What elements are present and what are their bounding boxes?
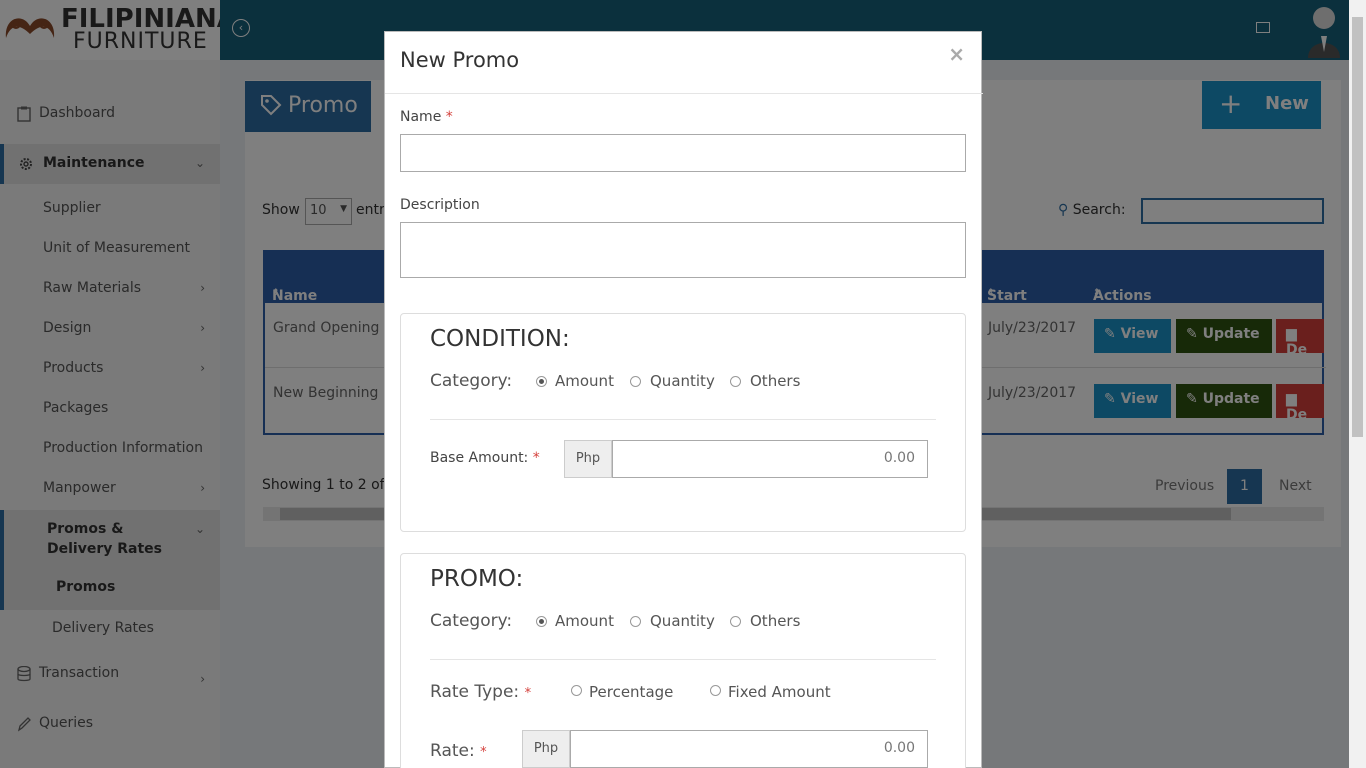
condition-category-label: Category: — [430, 371, 513, 391]
name-input[interactable] — [400, 134, 966, 172]
rate-type-label-text: Rate Type: — [430, 682, 520, 702]
name-label-text: Name — [400, 109, 442, 125]
rate-label: Rate: * — [430, 741, 487, 761]
condition-amount-label: Amount — [555, 372, 614, 390]
promo-panel: PROMO: Category: Amount Quantity Others … — [400, 553, 966, 768]
rate-percentage-label: Percentage — [589, 683, 674, 701]
promo-category-label: Category: — [430, 611, 513, 631]
description-label: Description — [400, 197, 480, 213]
vertical-scrollbar[interactable] — [1349, 0, 1366, 768]
rate-label-text: Rate: — [430, 741, 475, 761]
name-label: Name * — [400, 109, 453, 125]
condition-amount-radio[interactable] — [536, 376, 547, 387]
promo-heading: PROMO: — [430, 566, 524, 592]
condition-heading: CONDITION: — [430, 326, 570, 352]
condition-panel: CONDITION: Category: Amount Quantity Oth… — [400, 313, 966, 532]
required-marker: * — [524, 686, 532, 701]
promo-divider — [430, 659, 936, 660]
scrollbar-thumb[interactable] — [1352, 17, 1363, 437]
currency-addon: Php — [522, 730, 570, 768]
modal-divider — [385, 93, 983, 94]
promo-amount-radio[interactable] — [536, 616, 547, 627]
close-icon[interactable]: × — [948, 42, 965, 66]
currency-addon: Php — [564, 440, 612, 478]
description-textarea[interactable] — [400, 222, 966, 278]
condition-quantity-label: Quantity — [650, 372, 715, 390]
rate-fixed-amount-radio[interactable] — [710, 685, 721, 696]
rate-input[interactable]: 0.00 — [570, 730, 928, 768]
base-amount-label: Base Amount: * — [430, 450, 540, 466]
condition-others-radio[interactable] — [730, 376, 741, 387]
base-amount-label-text: Base Amount: — [430, 450, 529, 466]
promo-others-radio[interactable] — [730, 616, 741, 627]
required-marker: * — [445, 109, 453, 125]
base-amount-input[interactable]: 0.00 — [612, 440, 928, 478]
promo-amount-label: Amount — [555, 612, 614, 630]
rate-fixed-amount-label: Fixed Amount — [728, 683, 831, 701]
promo-quantity-radio[interactable] — [630, 616, 641, 627]
required-marker: * — [480, 745, 487, 760]
modal-title: New Promo — [400, 48, 520, 72]
promo-others-label: Others — [750, 612, 801, 630]
new-promo-modal: New Promo × Name * Description CONDITION… — [384, 31, 983, 768]
rate-type-label: Rate Type: * — [430, 682, 531, 702]
condition-divider — [430, 419, 936, 420]
condition-quantity-radio[interactable] — [630, 376, 641, 387]
required-marker: * — [532, 450, 540, 466]
promo-quantity-label: Quantity — [650, 612, 715, 630]
condition-others-label: Others — [750, 372, 801, 390]
rate-percentage-radio[interactable] — [571, 685, 582, 696]
